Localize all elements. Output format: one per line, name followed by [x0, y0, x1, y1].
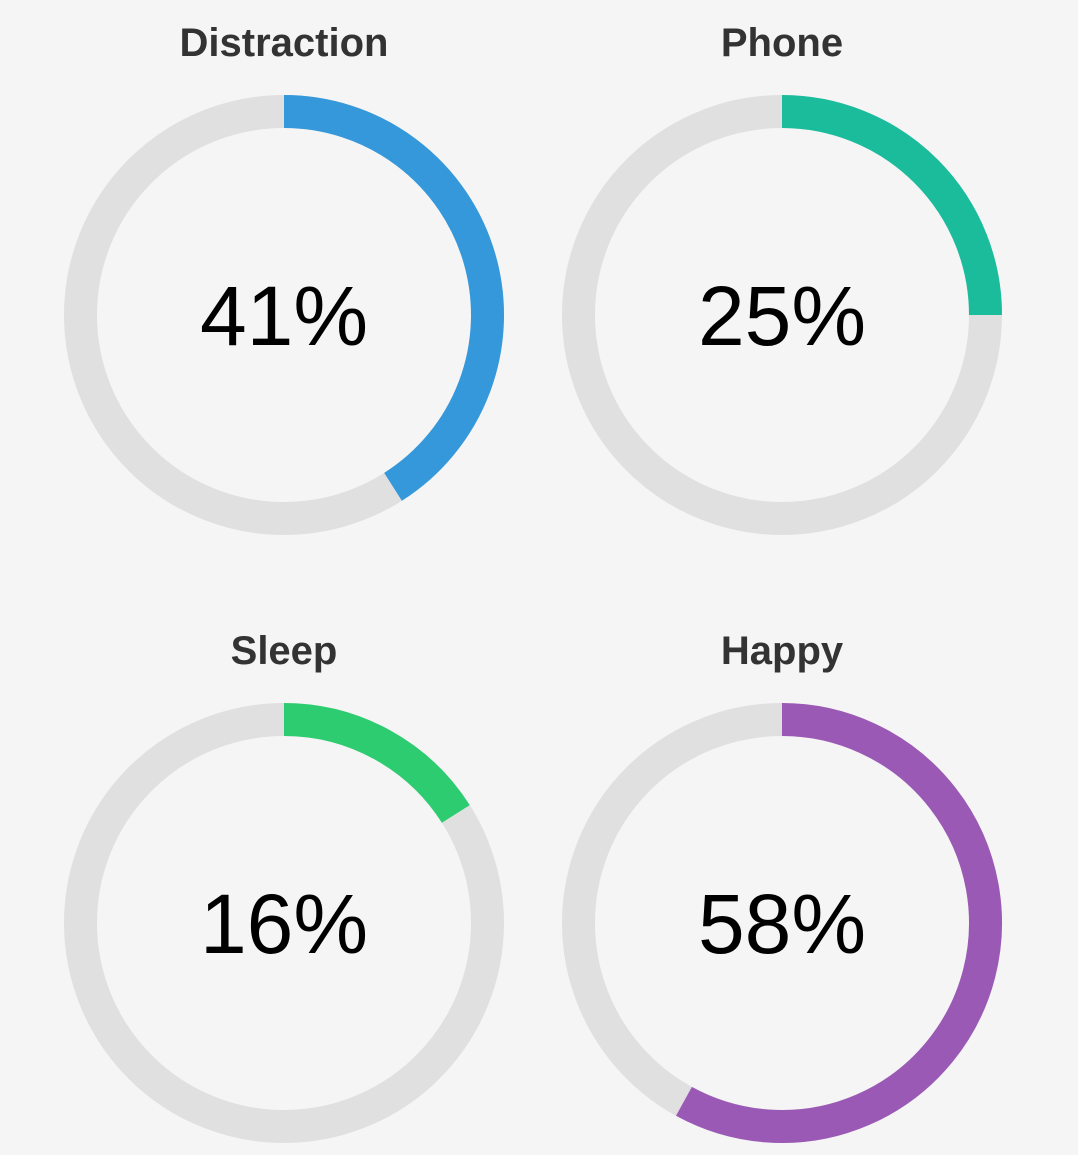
donut-chart: 25%	[562, 95, 1002, 535]
gauge-title: Phone	[720, 21, 844, 65]
gauge-title: Happy	[720, 629, 844, 673]
donut-chart: 16%	[64, 703, 504, 1143]
donut-arc	[283, 703, 470, 824]
value-label: 58%	[698, 877, 866, 971]
value-label: 25%	[698, 269, 866, 363]
gauge-title: Distraction	[179, 21, 389, 65]
donut-chart: 41%	[64, 95, 504, 535]
gauge-title: Sleep	[230, 629, 338, 673]
value-label: 16%	[200, 877, 368, 971]
value-label: 41%	[200, 269, 368, 363]
donut-chart: 58%	[562, 703, 1002, 1143]
